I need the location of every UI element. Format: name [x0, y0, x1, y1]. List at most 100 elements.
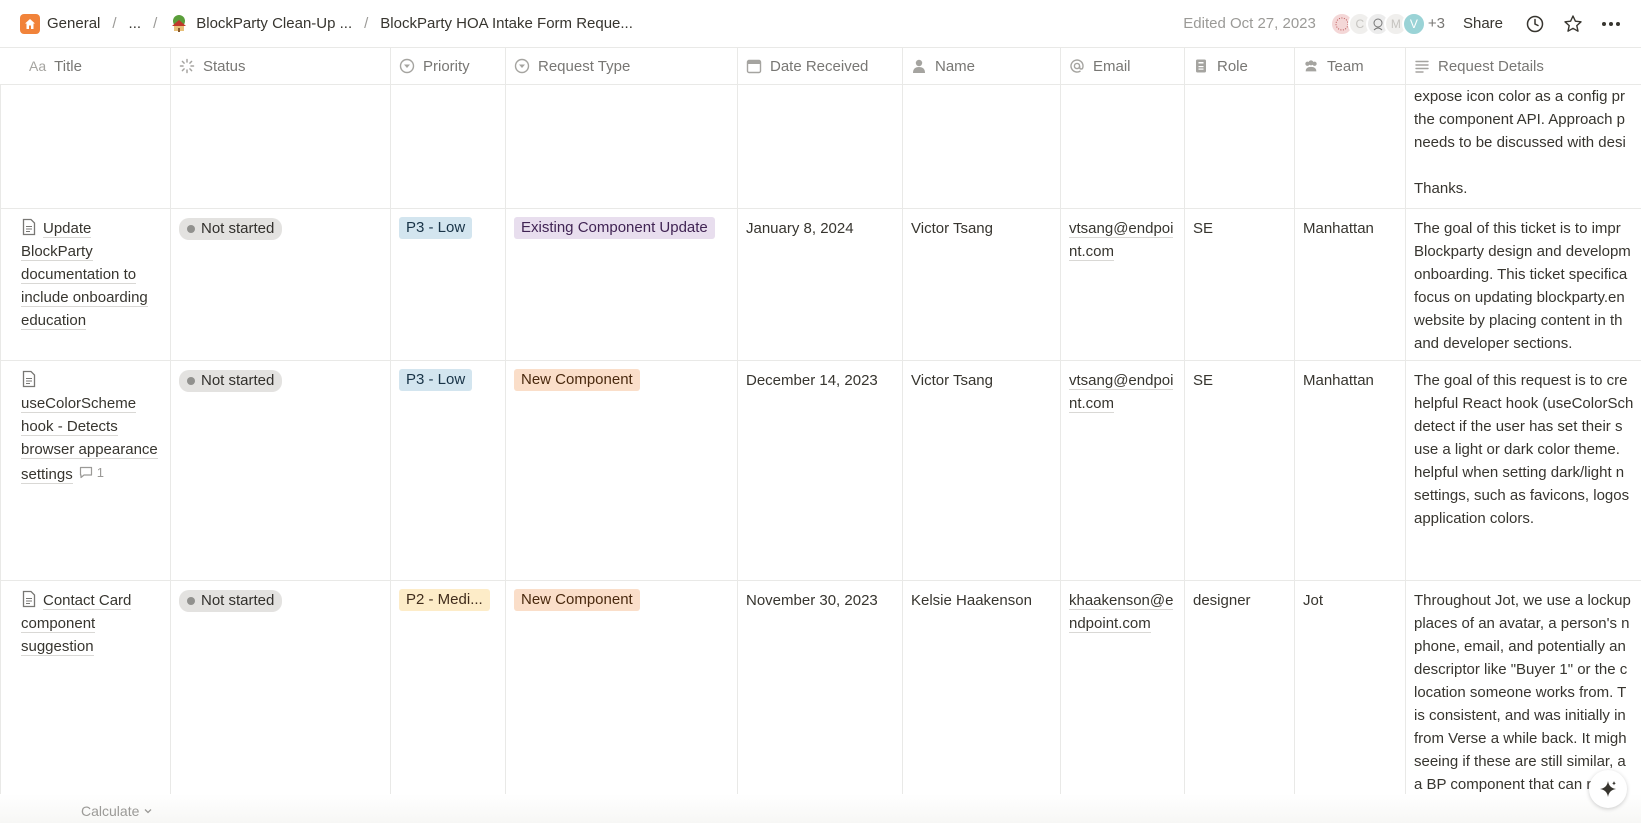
request-type-cell[interactable] [506, 85, 738, 208]
column-label: Request Type [538, 57, 631, 75]
column-header-email[interactable]: Email [1061, 48, 1185, 84]
priority-tag: P3 - Low [399, 369, 473, 391]
role-cell[interactable]: SE [1185, 209, 1295, 360]
comment-icon [79, 466, 92, 479]
priority-cell[interactable]: P2 - Medi... [391, 581, 506, 796]
details-cell[interactable]: expose icon color as a config pr the com… [1406, 85, 1641, 208]
breadcrumb-general[interactable]: General [16, 12, 104, 36]
status-cell[interactable]: Not started [171, 209, 391, 360]
calculate-label: Calculate [81, 803, 140, 819]
request-type-cell[interactable]: New Component [506, 581, 738, 796]
team-cell[interactable]: Jot [1295, 581, 1406, 796]
role-cell[interactable]: SE [1185, 361, 1295, 580]
table-left-border [0, 85, 1, 795]
ai-assistant-button[interactable] [1589, 770, 1627, 808]
email-link[interactable]: khaakenson@endpoint.com [1069, 592, 1174, 633]
title-cell[interactable] [0, 85, 171, 208]
team-cell[interactable] [1295, 85, 1406, 208]
row-title[interactable]: Contact Card component suggestion [21, 592, 132, 656]
column-header-date-received[interactable]: Date Received [738, 48, 903, 84]
details-line: application colors. [1414, 510, 1535, 527]
row-title[interactable]: Update BlockParty documentation to inclu… [21, 220, 148, 330]
request-type-cell[interactable]: Existing Component Update [506, 209, 738, 360]
breadcrumb-label: BlockParty Clean-Up ... [196, 15, 353, 32]
email-cell[interactable] [1061, 85, 1185, 208]
text-property-icon: Aa [29, 58, 47, 74]
table-row[interactable]: expose icon color as a config pr the com… [0, 85, 1641, 209]
comment-indicator[interactable]: 1 [79, 461, 104, 484]
table-row[interactable]: Update BlockParty documentation to inclu… [0, 209, 1641, 361]
email-link[interactable]: vtsang@endpoint.com [1069, 372, 1174, 413]
table-row[interactable]: useColorScheme hook - Detects browser ap… [0, 361, 1641, 581]
priority-cell[interactable] [391, 85, 506, 208]
column-header-role[interactable]: Role [1185, 48, 1295, 84]
column-header-name[interactable]: Name [903, 48, 1061, 84]
history-icon[interactable] [1521, 10, 1549, 38]
details-line: use a light or dark color theme. [1414, 441, 1620, 458]
email-cell[interactable]: vtsang@endpoint.com [1061, 361, 1185, 580]
details-line: The goal of this request is to cre [1414, 372, 1628, 389]
table-row[interactable]: Contact Card component suggestion Not st… [0, 581, 1641, 796]
role-cell[interactable]: designer [1185, 581, 1295, 796]
column-header-priority[interactable]: Priority [391, 48, 506, 84]
details-line: The goal of this ticket is to impr [1414, 220, 1621, 237]
details-cell[interactable]: The goal of this ticket is to impr Block… [1406, 209, 1641, 360]
details-line: places of an avatar, a person's n [1414, 615, 1630, 632]
email-link[interactable]: vtsang@endpoint.com [1069, 220, 1174, 261]
more-collaborators-count[interactable]: +3 [1428, 15, 1445, 32]
priority-cell[interactable]: P3 - Low [391, 209, 506, 360]
request-type-tag: Existing Component Update [514, 217, 715, 239]
details-cell[interactable]: Throughout Jot, we use a lockup places o… [1406, 581, 1641, 796]
title-cell[interactable]: Contact Card component suggestion [0, 581, 171, 796]
avatar[interactable]: V [1401, 11, 1426, 36]
more-options-icon[interactable] [1597, 10, 1625, 38]
column-label: Name [935, 57, 976, 75]
status-dot [187, 225, 195, 233]
name-cell[interactable]: Victor Tsang [903, 361, 1061, 580]
star-icon[interactable] [1559, 10, 1587, 38]
email-cell[interactable]: vtsang@endpoint.com [1061, 209, 1185, 360]
details-cell[interactable]: The goal of this request is to cre helpf… [1406, 361, 1641, 580]
status-cell[interactable] [171, 85, 391, 208]
details-line: and developer sections. [1414, 335, 1573, 352]
column-header-status[interactable]: Status [171, 48, 391, 84]
email-cell[interactable]: khaakenson@endpoint.com [1061, 581, 1185, 796]
team-cell[interactable]: Manhattan [1295, 361, 1406, 580]
breadcrumb-ellipsis[interactable]: ... [125, 13, 146, 34]
details-line: phone, email, and potentially an [1414, 638, 1626, 655]
name-cell[interactable] [903, 85, 1061, 208]
status-cell[interactable]: Not started [171, 361, 391, 580]
text-lines-icon [1414, 58, 1430, 74]
date-cell[interactable]: January 8, 2024 [738, 209, 903, 360]
details-line: detect if the user has set their s [1414, 418, 1623, 435]
request-type-cell[interactable]: New Component [506, 361, 738, 580]
details-line: helpful React hook (useColorSch [1414, 395, 1634, 412]
database-table: Aa Title Status Priority Request Type Da… [0, 47, 1641, 796]
breadcrumb-label: General [47, 15, 101, 32]
column-header-team[interactable]: Team [1295, 48, 1406, 84]
name-cell[interactable]: Kelsie Haakenson [903, 581, 1061, 796]
priority-cell[interactable]: P3 - Low [391, 361, 506, 580]
title-cell[interactable]: Update BlockParty documentation to inclu… [0, 209, 171, 360]
date-cell[interactable] [738, 85, 903, 208]
breadcrumb-blockparty-cleanup[interactable]: BlockParty Clean-Up ... [165, 12, 356, 36]
top-bar: General / ... / BlockParty Clean-Up ... … [0, 0, 1641, 47]
date-cell[interactable]: November 30, 2023 [738, 581, 903, 796]
page-icon [22, 370, 36, 388]
column-header-request-type[interactable]: Request Type [506, 48, 738, 84]
collaborator-avatars[interactable]: C M V +3 [1329, 11, 1445, 36]
share-button[interactable]: Share [1455, 11, 1511, 36]
team-cell[interactable]: Manhattan [1295, 209, 1406, 360]
column-header-request-details[interactable]: Request Details [1406, 48, 1641, 84]
column-label: Email [1093, 57, 1131, 75]
column-label: Priority [423, 57, 470, 75]
name-cell[interactable]: Victor Tsang [903, 209, 1061, 360]
title-cell[interactable]: useColorScheme hook - Detects browser ap… [0, 361, 171, 580]
date-cell[interactable]: December 14, 2023 [738, 361, 903, 580]
breadcrumb-current-page[interactable]: BlockParty HOA Intake Form Reque... [376, 13, 637, 34]
calculate-button[interactable]: Calculate [81, 803, 153, 819]
column-header-title[interactable]: Aa Title [0, 48, 171, 84]
role-cell[interactable] [1185, 85, 1295, 208]
status-cell[interactable]: Not started [171, 581, 391, 796]
column-label: Title [54, 57, 82, 75]
